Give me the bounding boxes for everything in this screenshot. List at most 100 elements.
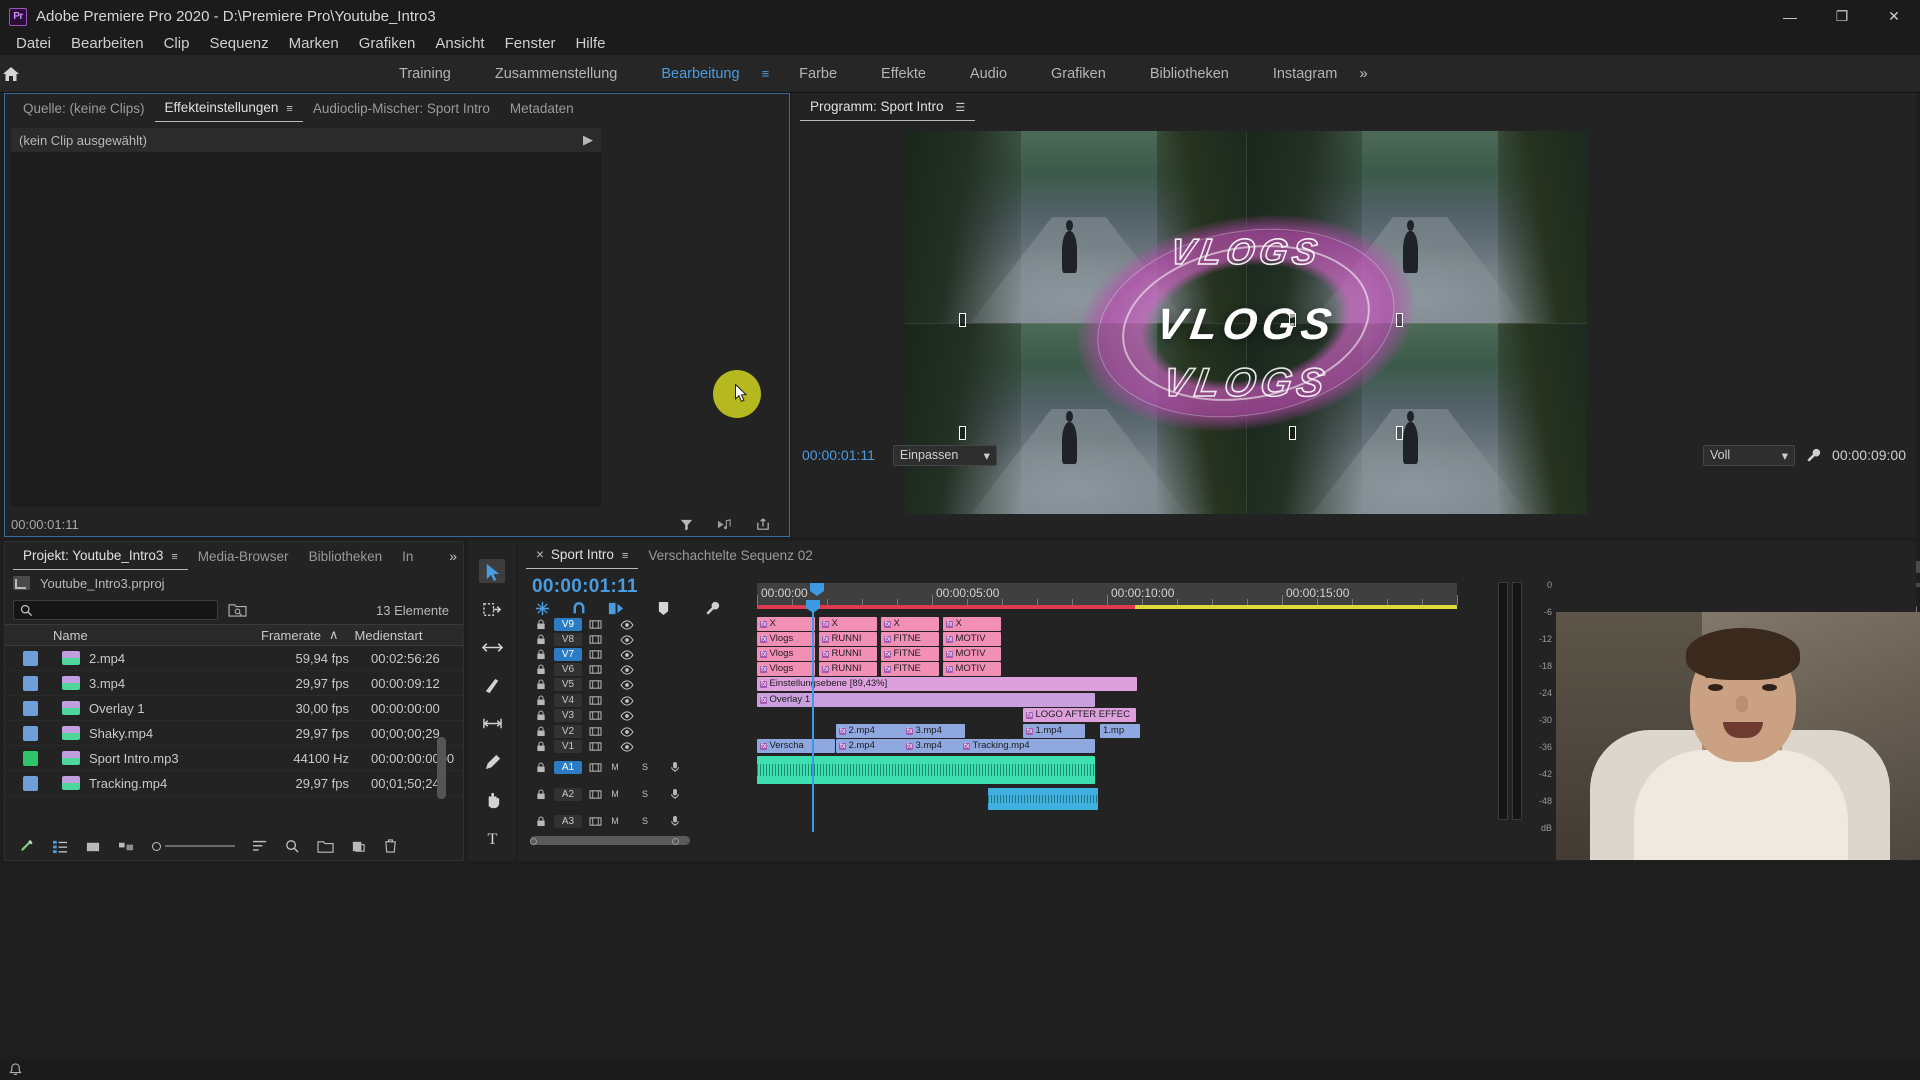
toggle-track-output-icon[interactable]	[620, 633, 634, 646]
track-header-A1[interactable]: A1 M S	[534, 756, 758, 778]
tab-metadaten[interactable]: Metadaten	[500, 101, 584, 122]
timeline-clip[interactable]: fx Einstellungsebene [89,43%]	[757, 677, 1137, 691]
solo-track-button[interactable]: S	[638, 815, 652, 828]
freeform-view-icon[interactable]	[118, 839, 135, 854]
timeline-clip[interactable]: fx Tracking.mp4	[960, 739, 1095, 753]
lock-track-icon[interactable]	[534, 725, 548, 738]
track-header-V8[interactable]: V8	[534, 632, 758, 647]
menu-grafiken[interactable]: Grafiken	[349, 33, 426, 55]
sort-icon[interactable]	[252, 839, 268, 853]
project-tabs-overflow[interactable]: »	[449, 548, 457, 564]
track-name-A3[interactable]: A3	[554, 814, 582, 828]
timeline-clip[interactable]: fx LOGO AFTER EFFEC	[1023, 708, 1136, 722]
toggle-track-output-icon[interactable]	[620, 618, 634, 631]
type-tool[interactable]: T	[479, 825, 505, 849]
transform-handle[interactable]	[1396, 313, 1403, 327]
search-input[interactable]	[13, 600, 218, 620]
new-bin-icon[interactable]	[317, 839, 334, 854]
parent-bin-icon[interactable]	[13, 576, 30, 590]
icon-view-icon[interactable]	[85, 839, 101, 854]
sync-lock-icon[interactable]	[588, 740, 602, 753]
lock-track-icon[interactable]	[534, 618, 548, 631]
lock-track-icon[interactable]	[534, 761, 548, 774]
mute-track-button[interactable]: M	[608, 788, 622, 801]
timeline-clip[interactable]: fx X	[819, 617, 877, 631]
tab-quelle-keine-clips[interactable]: Quelle: (keine Clips)	[13, 101, 155, 122]
nest-toggle-icon[interactable]	[534, 600, 551, 617]
tab-program-sport-intro[interactable]: Programm: Sport Intro ☰	[800, 99, 976, 121]
transform-handle[interactable]	[959, 313, 966, 327]
delete-icon[interactable]	[383, 838, 398, 854]
lock-track-icon[interactable]	[534, 648, 548, 661]
track-header-V1[interactable]: V1	[534, 739, 758, 754]
timeline-audio-clip[interactable]	[757, 756, 1095, 784]
timeline-clip[interactable]: fx Vlogs	[757, 647, 815, 661]
timeline-clip[interactable]: fx Vlogs	[757, 662, 815, 676]
lock-track-icon[interactable]	[534, 678, 548, 691]
panel-menu-icon[interactable]: ☰	[947, 102, 965, 114]
expand-arrow-icon[interactable]: ▶	[583, 132, 593, 148]
menu-datei[interactable]: Datei	[6, 33, 61, 55]
effect-controls-body[interactable]: (kein Clip ausgewählt) ▶	[11, 128, 601, 506]
slip-tool[interactable]	[479, 711, 505, 735]
timeline-clip[interactable]: fx 3.mp4	[903, 724, 965, 738]
timeline-clip[interactable]: fx MOTIV	[943, 647, 1001, 661]
timeline-clip[interactable]: fx 1.mp4	[1023, 724, 1085, 738]
transform-handle[interactable]	[1289, 426, 1296, 440]
track-name-V9[interactable]: V9	[554, 618, 582, 631]
lock-track-icon[interactable]	[534, 709, 548, 722]
sync-lock-icon[interactable]	[588, 761, 602, 774]
play-audio-icon[interactable]	[716, 517, 733, 532]
tab-audioclip-mischer-sport-intro[interactable]: Audioclip-Mischer: Sport Intro	[303, 101, 500, 122]
linked-selection-icon[interactable]	[607, 600, 625, 617]
timeline-clip[interactable]: fx RUNNI	[819, 632, 877, 646]
project-item-row[interactable]: 3.mp4 29,97 fps 00:00:09:12	[5, 671, 463, 696]
timeline-clip[interactable]: fx FITNE	[881, 632, 939, 646]
track-header-V7[interactable]: V7	[534, 647, 758, 662]
project-item-row[interactable]: Tracking.mp4 29,97 fps 00;01;50;24	[5, 771, 463, 796]
new-item-menu-icon[interactable]	[351, 839, 366, 854]
timeline-audio-clip[interactable]	[988, 788, 1098, 810]
track-name-A2[interactable]: A2	[554, 787, 582, 801]
fit-dropdown[interactable]: Einpassen ▾	[892, 444, 997, 466]
lock-track-icon[interactable]	[534, 663, 548, 676]
track-name-V3[interactable]: V3	[554, 709, 582, 722]
solo-track-button[interactable]: S	[638, 761, 652, 774]
pen-tool[interactable]	[479, 749, 505, 773]
lock-track-icon[interactable]	[534, 694, 548, 707]
timeline-settings-icon[interactable]	[704, 600, 721, 617]
timeline-clip[interactable]: 1.mp	[1100, 724, 1140, 738]
sync-lock-icon[interactable]	[588, 633, 602, 646]
track-name-V4[interactable]: V4	[554, 694, 582, 707]
workspace-tab-audio[interactable]: Audio	[948, 55, 1029, 93]
timeline-zoom-handle-left[interactable]	[530, 838, 537, 845]
mute-track-button[interactable]: M	[608, 761, 622, 774]
workspace-tab-zusammenstellung[interactable]: Zusammenstellung	[473, 55, 640, 93]
track-header-A3[interactable]: A3 M S	[534, 810, 758, 832]
close-button[interactable]: ✕	[1868, 0, 1920, 33]
sync-lock-icon[interactable]	[588, 694, 602, 707]
timeline-clip[interactable]: fx MOTIV	[943, 632, 1001, 646]
timeline-clip[interactable]: fx RUNNI	[819, 647, 877, 661]
lock-track-icon[interactable]	[534, 788, 548, 801]
track-header-V2[interactable]: V2	[534, 724, 758, 739]
sync-lock-icon[interactable]	[588, 663, 602, 676]
track-select-forward-tool[interactable]	[479, 597, 505, 621]
toggle-track-output-icon[interactable]	[620, 694, 634, 707]
tab-projekt-youtube-intro3[interactable]: Projekt: Youtube_Intro3 ≡	[13, 548, 188, 570]
menu-fenster[interactable]: Fenster	[495, 33, 566, 55]
zoom-slider[interactable]	[152, 841, 235, 851]
voice-record-icon[interactable]	[668, 788, 682, 801]
transform-handle[interactable]	[1396, 426, 1403, 440]
toggle-track-output-icon[interactable]	[620, 740, 634, 753]
timeline-clip[interactable]: fx FITNE	[881, 662, 939, 676]
panel-menu-icon[interactable]: ≡	[278, 103, 292, 115]
filter-icon[interactable]	[679, 517, 694, 532]
selection-tool[interactable]	[479, 559, 505, 583]
snap-icon[interactable]	[571, 600, 587, 617]
project-item-row[interactable]: Overlay 1 30,00 fps 00:00:00:00	[5, 696, 463, 721]
tab-media-browser[interactable]: Media-Browser	[188, 549, 299, 570]
toggle-track-output-icon[interactable]	[620, 648, 634, 661]
marker-icon[interactable]	[657, 600, 670, 617]
timeline-clip[interactable]: fx 3.mp4	[903, 739, 965, 753]
